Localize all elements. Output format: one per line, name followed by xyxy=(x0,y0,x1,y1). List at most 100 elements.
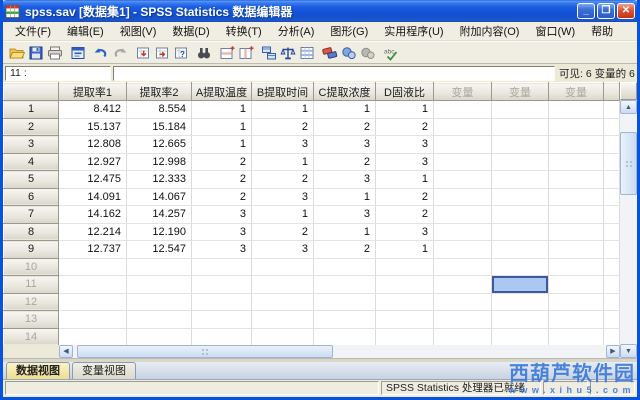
menu-item-3[interactable]: 数据(D) xyxy=(164,21,217,41)
cell-r9-c4[interactable]: 3 xyxy=(252,241,314,259)
cell-r14-c8[interactable] xyxy=(492,328,549,346)
cell-r2-c1[interactable]: 15.137 xyxy=(59,118,127,136)
cell-r12-c4[interactable] xyxy=(252,293,314,311)
cell-r13-c3[interactable] xyxy=(192,311,252,329)
spell-check-button[interactable]: abc xyxy=(381,43,400,63)
column-header-6[interactable]: D固液比 xyxy=(376,83,434,101)
vertical-scrollbar[interactable]: ▲ ▼ xyxy=(620,100,637,358)
cell-r7-c8[interactable] xyxy=(492,206,549,224)
cell-r9-c1[interactable]: 12.737 xyxy=(59,241,127,259)
cell-r3-c9[interactable] xyxy=(549,136,604,154)
cell-r1-c8[interactable] xyxy=(492,101,549,119)
cell-r11-c7[interactable] xyxy=(434,276,492,294)
cell-r6-c3[interactable]: 2 xyxy=(192,188,252,206)
cell-r14-c6[interactable] xyxy=(376,328,434,346)
cell-r12-c5[interactable] xyxy=(314,293,376,311)
cell-r1-c3[interactable]: 1 xyxy=(192,101,252,119)
cell-r6-c7[interactable] xyxy=(434,188,492,206)
cell-r7-c5[interactable]: 3 xyxy=(314,206,376,224)
row-header-2[interactable]: 2 xyxy=(4,118,59,136)
cell-r2-c8[interactable] xyxy=(492,118,549,136)
column-header-3[interactable]: A提取温度 xyxy=(192,83,252,101)
menu-item-7[interactable]: 实用程序(U) xyxy=(376,21,451,41)
cell-r3-c6[interactable]: 3 xyxy=(376,136,434,154)
cell-r5-c7[interactable] xyxy=(434,171,492,189)
cell-r10-c7[interactable] xyxy=(434,258,492,276)
column-header-4[interactable]: B提取时间 xyxy=(252,83,314,101)
row-header-8[interactable]: 8 xyxy=(4,223,59,241)
cell-r7-c1[interactable]: 14.162 xyxy=(59,206,127,224)
cell-r13-c4[interactable] xyxy=(252,311,314,329)
close-button[interactable]: ✕ xyxy=(617,3,635,19)
horizontal-scrollbar[interactable]: ◀ ▶ xyxy=(59,345,620,358)
cell-r1-c6[interactable]: 1 xyxy=(376,101,434,119)
column-header-9[interactable]: 变量 xyxy=(549,83,604,101)
cell-r9-c5[interactable]: 2 xyxy=(314,241,376,259)
cell-r13-c2[interactable] xyxy=(127,311,192,329)
cell-r8-c8[interactable] xyxy=(492,223,549,241)
cell-r5-c2[interactable]: 12.333 xyxy=(127,171,192,189)
cell-r3-c3[interactable]: 1 xyxy=(192,136,252,154)
variables-button[interactable]: ? xyxy=(171,43,190,63)
cell-r4-c4[interactable]: 1 xyxy=(252,153,314,171)
cell-r3-c2[interactable]: 12.665 xyxy=(127,136,192,154)
cell-r14-c3[interactable] xyxy=(192,328,252,346)
row-header-14[interactable]: 14 xyxy=(4,328,59,346)
minimize-button[interactable]: _ xyxy=(577,3,595,19)
cell-r5-c9[interactable] xyxy=(549,171,604,189)
cell-r3-c1[interactable]: 12.808 xyxy=(59,136,127,154)
cell-editor-field[interactable] xyxy=(113,66,555,81)
cell-r13-c9[interactable] xyxy=(549,311,604,329)
cell-r11-c6[interactable] xyxy=(376,276,434,294)
cell-r6-c9[interactable] xyxy=(549,188,604,206)
cell-r13-c8[interactable] xyxy=(492,311,549,329)
cell-r11-c1[interactable] xyxy=(59,276,127,294)
cell-r10-c1[interactable] xyxy=(59,258,127,276)
cell-r10-c9[interactable] xyxy=(549,258,604,276)
cell-r10-c4[interactable] xyxy=(252,258,314,276)
cell-r8-c7[interactable] xyxy=(434,223,492,241)
cell-r10-c3[interactable] xyxy=(192,258,252,276)
cell-r7-c3[interactable]: 3 xyxy=(192,206,252,224)
column-header-2[interactable]: 提取率2 xyxy=(127,83,192,101)
menu-item-4[interactable]: 转换(T) xyxy=(218,21,270,41)
menu-item-0[interactable]: 文件(F) xyxy=(7,21,59,41)
cell-r11-c5[interactable] xyxy=(314,276,376,294)
cell-r8-c1[interactable]: 12.214 xyxy=(59,223,127,241)
print-button[interactable] xyxy=(45,43,64,63)
cell-r5-c6[interactable]: 1 xyxy=(376,171,434,189)
menu-item-10[interactable]: 帮助 xyxy=(583,21,621,41)
insert-variable-button[interactable] xyxy=(236,43,255,63)
scroll-left-icon[interactable]: ◀ xyxy=(59,345,73,358)
cell-r10-c6[interactable] xyxy=(376,258,434,276)
cell-r13-c7[interactable] xyxy=(434,311,492,329)
cell-r9-c6[interactable]: 1 xyxy=(376,241,434,259)
cell-r10-c2[interactable] xyxy=(127,258,192,276)
menu-item-9[interactable]: 窗口(W) xyxy=(527,21,583,41)
cell-r14-c7[interactable] xyxy=(434,328,492,346)
cell-r3-c7[interactable] xyxy=(434,136,492,154)
cell-r6-c5[interactable]: 1 xyxy=(314,188,376,206)
cell-r8-c5[interactable]: 1 xyxy=(314,223,376,241)
cell-r12-c8[interactable] xyxy=(492,293,549,311)
cell-r6-c8[interactable] xyxy=(492,188,549,206)
cell-r9-c8[interactable] xyxy=(492,241,549,259)
cell-r5-c1[interactable]: 12.475 xyxy=(59,171,127,189)
cell-r7-c4[interactable]: 1 xyxy=(252,206,314,224)
cell-r5-c5[interactable]: 3 xyxy=(314,171,376,189)
cell-r8-c3[interactable]: 3 xyxy=(192,223,252,241)
cell-r5-c3[interactable]: 2 xyxy=(192,171,252,189)
cell-r1-c1[interactable]: 8.412 xyxy=(59,101,127,119)
cell-r13-c1[interactable] xyxy=(59,311,127,329)
menu-item-2[interactable]: 视图(V) xyxy=(112,21,165,41)
cell-r6-c1[interactable]: 14.091 xyxy=(59,188,127,206)
row-header-4[interactable]: 4 xyxy=(4,153,59,171)
undo-button[interactable] xyxy=(91,43,110,63)
select-cases-button[interactable] xyxy=(297,43,316,63)
cell-r3-c5[interactable]: 3 xyxy=(314,136,376,154)
selected-cell[interactable] xyxy=(492,276,549,294)
cell-r6-c4[interactable]: 3 xyxy=(252,188,314,206)
cell-r1-c7[interactable] xyxy=(434,101,492,119)
cell-r12-c2[interactable] xyxy=(127,293,192,311)
row-header-3[interactable]: 3 xyxy=(4,136,59,154)
